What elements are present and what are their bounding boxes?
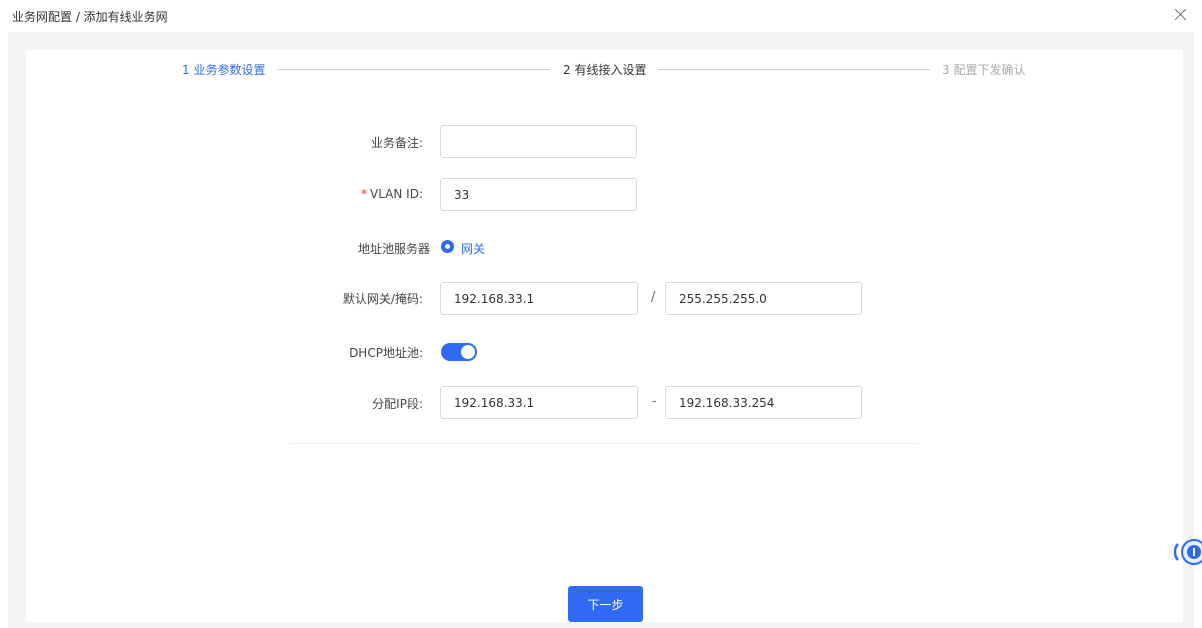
step-1[interactable]: 1 业务参数设置 [182, 61, 265, 78]
form-divider [290, 443, 918, 444]
step-indicator: 1 业务参数设置 2 有线接入设置 3 配置下发确认 [0, 61, 1202, 81]
mask-input[interactable]: 255.255.255.0 [665, 282, 862, 315]
step-2: 2 有线接入设置 [563, 63, 647, 77]
ip-start-input[interactable]: 192.168.33.1 [440, 386, 638, 419]
gateway-radio-label[interactable]: 网关 [461, 240, 485, 257]
vlan-id-input[interactable]: 33 [440, 178, 637, 211]
gateway-input[interactable]: 192.168.33.1 [440, 282, 638, 315]
vlan-id-label: VLAN ID: [370, 187, 423, 201]
step-connector [277, 69, 550, 70]
help-assistant-icon[interactable] [1170, 532, 1202, 572]
breadcrumb: 业务网配置 / 添加有线业务网 [12, 10, 168, 24]
dhcp-toggle[interactable] [441, 343, 477, 361]
ip-end-input[interactable]: 192.168.33.254 [665, 386, 862, 419]
pool-server-label: 地址池服务器 [357, 242, 430, 256]
step-3: 3 配置下发确认 [942, 63, 1026, 77]
gateway-radio[interactable] [441, 240, 454, 253]
next-step-button[interactable]: 下一步 [568, 586, 643, 622]
close-icon[interactable] [1170, 4, 1192, 26]
dialog-header: 业务网配置 / 添加有线业务网 [0, 0, 1202, 32]
dhcp-label: DHCP地址池: [349, 346, 423, 360]
remark-label: 业务备注: [370, 136, 423, 150]
gateway-label: 默认网关/掩码: [342, 292, 423, 306]
ip-range-separator: - [652, 394, 657, 409]
remark-input[interactable] [440, 125, 637, 158]
required-mark: * [361, 187, 367, 201]
vlan-id-label-row: * VLAN ID: [283, 187, 423, 201]
ip-range-label: 分配IP段: [372, 397, 423, 411]
toggle-knob [461, 345, 475, 359]
gateway-separator: / [651, 290, 656, 305]
step-connector [658, 69, 930, 70]
